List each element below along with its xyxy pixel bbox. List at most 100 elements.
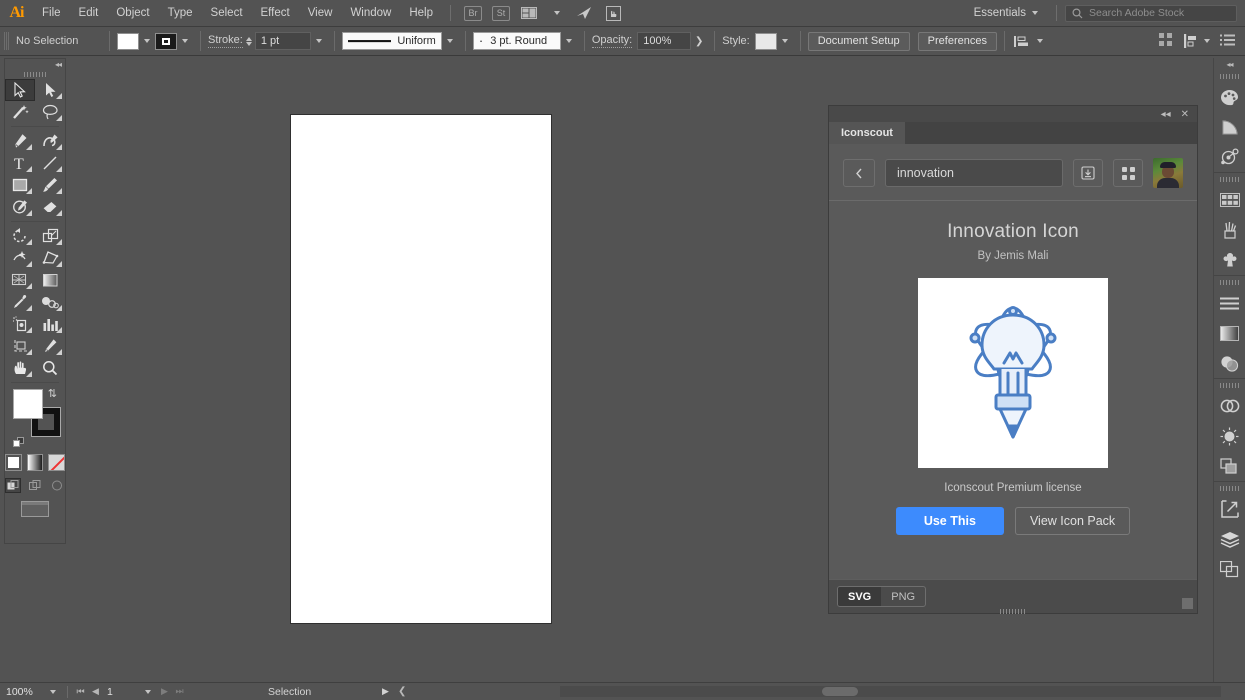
swatches-panel-icon[interactable] (1214, 185, 1245, 215)
blend-tool[interactable] (35, 291, 65, 313)
view-icon-pack-button[interactable]: View Icon Pack (1014, 507, 1131, 535)
graphic-style-swatch[interactable] (754, 32, 777, 50)
gradient-panel-icon[interactable] (1214, 318, 1245, 348)
color-mode-button[interactable] (5, 454, 22, 471)
dock-collapse-button[interactable]: ◂◂ (1226, 58, 1233, 70)
width-tool[interactable] (5, 247, 35, 269)
use-this-button[interactable]: Use This (895, 507, 1004, 535)
document-setup-button[interactable]: Document Setup (807, 31, 910, 51)
grid-view-button[interactable] (1113, 159, 1143, 187)
opacity-field[interactable]: 100% (637, 32, 692, 50)
asset-export-icon[interactable] (1214, 494, 1245, 524)
none-mode-button[interactable] (48, 454, 66, 471)
stroke-profile-dropdown[interactable] (441, 32, 458, 50)
adobe-stock-search-input[interactable]: Search Adobe Stock (1065, 4, 1237, 22)
arrange-grid-icon[interactable] (1159, 33, 1174, 49)
menu-select[interactable]: Select (202, 3, 252, 23)
graphic-style-dropdown[interactable] (776, 32, 793, 50)
opacity-label[interactable]: Opacity: (591, 34, 633, 48)
align-panel-icon[interactable] (1184, 34, 1210, 48)
cc-libraries-icon[interactable] (1214, 391, 1245, 421)
draw-behind-icon[interactable] (27, 478, 43, 493)
menu-edit[interactable]: Edit (70, 3, 108, 23)
behance-icon[interactable] (574, 4, 596, 22)
align-dropdown[interactable] (1031, 32, 1048, 50)
dock-grip[interactable] (1214, 276, 1245, 288)
format-png-option[interactable]: PNG (881, 587, 925, 606)
type-tool[interactable]: T (5, 152, 35, 174)
menu-object[interactable]: Object (107, 3, 158, 23)
menu-file[interactable]: File (33, 3, 70, 23)
selection-tool[interactable] (5, 79, 35, 101)
tab-iconscout[interactable]: Iconscout (829, 122, 905, 144)
stroke-color-swatch[interactable] (155, 32, 177, 50)
shaper-tool[interactable] (5, 196, 35, 218)
dock-grip[interactable] (1214, 482, 1245, 494)
magic-wand-tool[interactable] (5, 101, 35, 123)
draw-inside-icon[interactable] (49, 478, 65, 493)
brushes-panel-icon[interactable] (1214, 215, 1245, 245)
artboard-tool[interactable] (5, 335, 35, 357)
color-guide-panel-icon[interactable] (1214, 112, 1245, 142)
rotate-tool[interactable] (5, 225, 35, 247)
zoom-tool[interactable] (35, 357, 65, 379)
first-artboard-button[interactable]: ⏮ (73, 686, 88, 697)
menu-window[interactable]: Window (341, 3, 400, 23)
gradient-mode-button[interactable] (26, 454, 44, 471)
fill-swatch-dropdown[interactable] (139, 32, 155, 50)
brush-definition-field[interactable]: · 3 pt. Round (472, 32, 561, 50)
hand-tool[interactable] (5, 357, 35, 379)
symbol-sprayer-tool[interactable] (5, 313, 35, 335)
stroke-weight-label[interactable]: Stroke: (208, 34, 243, 48)
curvature-tool[interactable] (35, 130, 65, 152)
arrange-documents-icon[interactable] (518, 4, 540, 22)
previous-artboard-button[interactable]: ◀ (88, 686, 103, 697)
transparency-panel-icon[interactable] (1214, 348, 1245, 378)
back-button[interactable] (843, 159, 875, 187)
user-avatar[interactable] (1153, 158, 1183, 188)
workspace-switcher[interactable]: Essentials (964, 7, 1048, 19)
menu-view[interactable]: View (299, 3, 342, 23)
stroke-weight-field[interactable]: 1 pt (254, 32, 311, 50)
panel-close-icon[interactable]: ✕ (1181, 109, 1189, 120)
tools-panel-collapse[interactable]: ◂◂ (5, 59, 65, 69)
free-transform-tool[interactable] (35, 247, 65, 269)
last-artboard-button[interactable]: ⏭ (172, 686, 187, 697)
draw-normal-icon[interactable] (5, 478, 21, 493)
next-artboard-button[interactable]: ▶ (157, 686, 172, 697)
brush-definition-dropdown[interactable] (560, 32, 577, 50)
direct-selection-tool[interactable] (35, 79, 65, 101)
stock-icon[interactable]: St (490, 4, 512, 22)
zoom-level-dropdown[interactable] (44, 689, 62, 694)
recolor-artwork-icon[interactable] (1214, 142, 1245, 172)
column-graph-tool[interactable] (35, 313, 65, 335)
preferences-button[interactable]: Preferences (917, 31, 997, 51)
format-svg-option[interactable]: SVG (838, 587, 882, 606)
pathfinder-panel-icon[interactable] (1214, 451, 1245, 481)
panel-collapse-icon[interactable]: ◂◂ (1161, 109, 1171, 120)
menu-effect[interactable]: Effect (252, 3, 299, 23)
scrollbar-thumb[interactable] (822, 687, 858, 696)
pen-tool[interactable] (5, 130, 35, 152)
color-panel-icon[interactable] (1214, 82, 1245, 112)
search-input[interactable]: innovation (885, 159, 1063, 187)
dock-grip[interactable] (1214, 379, 1245, 391)
stroke-swatch-dropdown[interactable] (177, 32, 193, 50)
control-bar-grip[interactable] (4, 32, 10, 50)
default-fill-stroke-icon[interactable] (13, 437, 25, 449)
stroke-weight-stepper[interactable] (245, 36, 252, 46)
panel-options-menu-icon[interactable] (1220, 34, 1235, 49)
menu-help[interactable]: Help (400, 3, 442, 23)
fill-color-indicator[interactable] (13, 389, 43, 419)
eyedropper-tool[interactable] (5, 291, 35, 313)
eraser-tool[interactable] (35, 196, 65, 218)
tools-panel-grip[interactable] (5, 69, 65, 79)
zoom-level-field[interactable]: 100% (0, 686, 44, 698)
screen-mode-button[interactable] (5, 501, 65, 517)
opacity-flyout-arrow[interactable]: ❯ (691, 32, 708, 50)
panel-resize-grip[interactable] (1182, 598, 1193, 609)
status-flyout-arrow[interactable]: ▶ (382, 686, 389, 697)
icon-preview[interactable] (918, 278, 1108, 468)
slice-tool[interactable] (35, 335, 65, 357)
artboard-dropdown[interactable] (139, 689, 157, 694)
